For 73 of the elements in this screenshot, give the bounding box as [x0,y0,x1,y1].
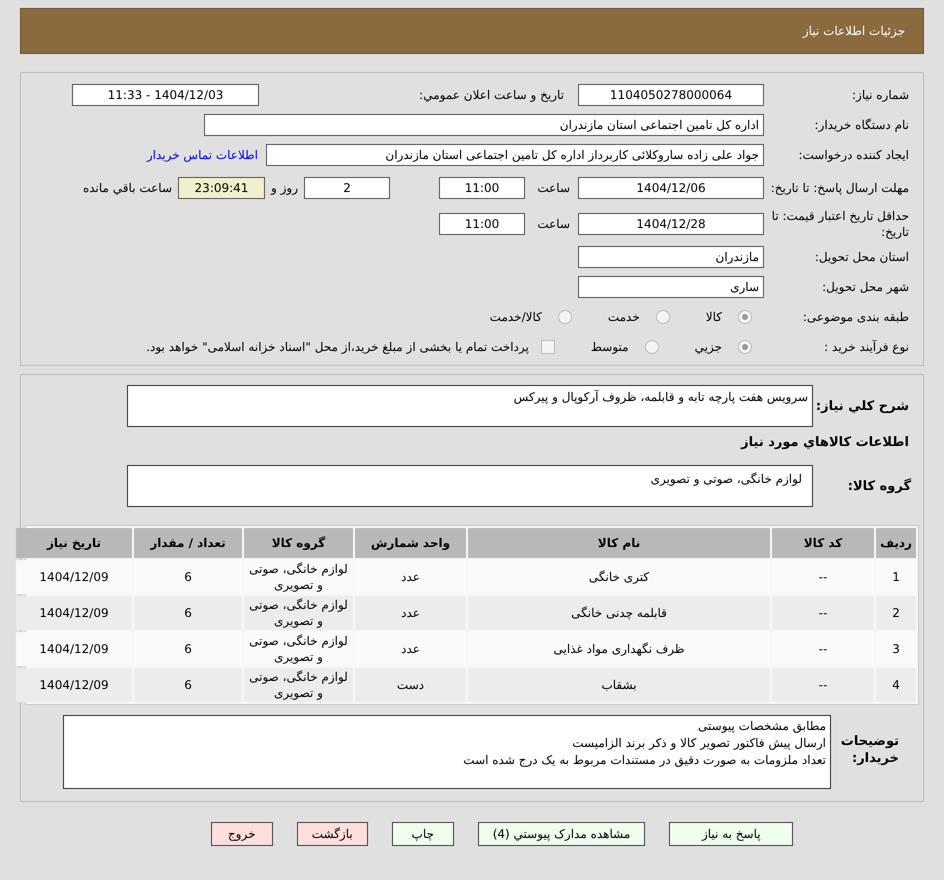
radio-label: خدمت [608,309,640,326]
radio-label: جزيي [694,339,722,356]
radio-button[interactable] [738,340,752,354]
action-button[interactable]: چاپ [392,822,454,846]
value-field[interactable]: 1404/12/03 - 11:33 [72,84,259,106]
field-label: شرح کلي نیاز: [814,398,909,416]
table-cell: لوازم خانگی، صوتی و تصویری [244,668,353,702]
action-button[interactable]: پاسخ به نیاز [669,822,794,846]
value-field[interactable]: جواد علی زاده ساروکلائی کاربرداز اداره کل تامین اجتماعی استان مازندران [266,144,764,166]
radio-label: متوسط [590,339,629,356]
table-cell: لوازم خانگی، صوتی و تصویری [244,596,353,630]
table-cell: 2 [876,596,916,630]
value-field[interactable]: 1404/12/06 [578,177,764,199]
time-label: ساعت [536,216,570,233]
table-cell: 1404/12/09 [16,668,132,702]
column-header: ردیف [876,528,916,558]
column-header: تاریخ نیاز [16,528,132,558]
payment-note: پرداخت تمام یا بخشی از مبلغ خرید،از محل "اسناد خزانه اسلامی" خواهد بود. [146,339,529,356]
goods-group-textarea[interactable]: لوازم خانگی، صوتی و تصویری [127,464,813,506]
value-field[interactable]: اداره کل تامین اجتماعی استان مازندران [204,114,764,136]
table-cell: 6 [134,668,242,702]
value-field[interactable]: 1104050278000064 [578,84,764,106]
value-field[interactable]: ساری [578,276,764,298]
field-label: تاریخ و ساعت اعلان عمومي: [418,87,564,104]
table-cell: 6 [134,596,242,630]
buyer-notes-textarea[interactable]: مطابق مشخصات پیوستی ارسال پیش فاکتور تصویر کالا و ذکر برند الزامیست تعداد ملزومات به صورت دقیق در مستندات مربوط به یک درج شده است [63,714,831,788]
column-header: واحد شمارش [355,528,466,558]
table-cell: عدد [355,596,466,630]
checkbox[interactable] [540,340,555,354]
radio-button[interactable] [558,310,572,324]
table-cell: بشقاب [468,668,770,702]
page-title: جزئیات اطلاعات نیاز [802,23,905,40]
section-heading: اطلاعات کالاهاي مورد نیاز [740,434,909,452]
action-button[interactable]: بازگشت [296,822,368,846]
value-field[interactable]: 1404/12/28 [578,213,764,235]
field-label: نوع فرآیند خرید : [823,339,909,355]
time-label: ساعت [536,180,570,197]
table-cell: دست [355,668,466,702]
table-cell: قابلمه چدنی خانگی [468,596,770,630]
table-cell: -- [772,668,874,702]
field-label: شهر محل تحویل: [821,279,909,295]
field-label: توضیحات خریدار: [840,732,899,766]
field-label: طبقه بندی موضوعی: [802,309,909,325]
column-header: نام کالا [468,528,770,558]
field-label: استان محل تحویل: [814,249,909,265]
radio-label: کالا [706,309,722,326]
column-header: گروه کالا [244,528,353,558]
radio-button[interactable] [644,340,659,354]
remaining-label: ساعت باقي مانده [82,180,172,197]
table-cell: 1404/12/09 [16,596,132,630]
field-label: مهلت ارسال پاسخ: تا تاریخ: [770,180,909,196]
action-button[interactable]: مشاهده مدارک پیوستي (4) [478,822,646,846]
table-cell: 4 [876,668,916,702]
days-label: روز و [271,180,298,197]
field-label: گروه کالا: [846,477,911,496]
value-field[interactable]: 11:00 [439,213,525,235]
table-cell: -- [772,596,874,630]
value-field[interactable]: 11:00 [439,177,525,199]
value-field[interactable]: 2 [304,177,390,199]
action-button[interactable]: خروج [210,822,273,846]
radio-button[interactable] [656,310,670,324]
column-header: تعداد / مقدار [134,528,242,558]
field-label: حداقل تاریخ اعتبار قیمت: تا تاریخ: [770,208,909,240]
field-label: ایجاد کننده درخواست: [797,147,909,163]
field-label: نام دستگاه خریدار: [814,117,909,133]
value-field[interactable]: مازندران [578,246,764,268]
countdown-field[interactable]: 23:09:41 [178,177,265,199]
field-label: شماره نیاز: [851,87,909,103]
summary-textarea[interactable]: سرویس هفت پارچه تابه و قابلمه، ظروف آرکوپال و پیرکس [127,385,813,427]
column-header: کد کالا [772,528,874,558]
radio-button[interactable] [738,310,752,324]
buyer-contact-link[interactable]: اطلاعات تماس خریدار [146,146,258,164]
radio-label: کالا/خدمت [490,309,542,326]
